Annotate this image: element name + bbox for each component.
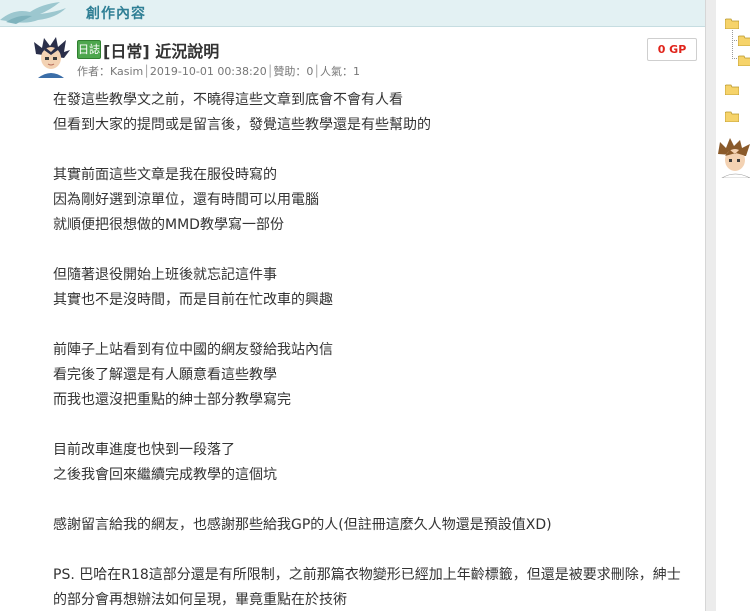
folder-icon[interactable] bbox=[725, 111, 739, 122]
page: 創作內容 日誌 [日常] 近況說明 作者：Kasim│2019-10-01 00… bbox=[0, 0, 750, 611]
body-line: 感謝留言給我的網友，也感謝那些給我GP的人(但註冊這麼久人物還是預設值XD) bbox=[53, 517, 552, 533]
article: 日誌 [日常] 近況說明 作者：Kasim│2019-10-01 00:38:2… bbox=[0, 27, 705, 611]
folder-icon[interactable] bbox=[738, 55, 750, 66]
body-line: PS. 巴哈在R18這部分還是有所限制，之前那篇衣物變形已經加上年齡標籤，但還是… bbox=[53, 567, 681, 608]
author-label: 作者： bbox=[77, 65, 110, 78]
folder-icon[interactable] bbox=[725, 84, 739, 95]
body-line: 目前改車進度也快到一段落了 bbox=[53, 442, 235, 458]
section-header: 創作內容 bbox=[0, 0, 705, 27]
dragon-wing-logo-icon bbox=[0, 2, 66, 24]
author-link[interactable]: Kasim bbox=[110, 65, 143, 78]
popularity-count: 人氣：1 bbox=[319, 65, 360, 78]
post-body: 在發這些教學文之前，不曉得這些文章到底會不會有人看 但看到大家的提問或是留言後，… bbox=[53, 88, 693, 611]
body-line: 但隨著退役開始上班後就忘記這件事 bbox=[53, 267, 277, 283]
post-meta: 作者：Kasim│2019-10-01 00:38:20│贊助：0│人氣：1 bbox=[77, 63, 360, 79]
body-line: 而我也還沒把重點的紳士部分教學寫完 bbox=[53, 392, 291, 408]
body-line: 之後我會回來繼續完成教學的這個坑 bbox=[53, 467, 277, 483]
body-line: 其實前面這些文章是我在服役時寫的 bbox=[53, 167, 277, 183]
folder-icon[interactable] bbox=[725, 18, 739, 29]
diary-badge: 日誌 bbox=[77, 40, 101, 59]
folder-icon[interactable] bbox=[738, 35, 750, 46]
author-avatar[interactable] bbox=[30, 36, 72, 78]
sidebar-avatar[interactable] bbox=[716, 138, 750, 178]
body-line: 其實也不是沒時間，而是目前在忙改車的興趣 bbox=[53, 292, 333, 308]
post-title[interactable]: [日常] 近況說明 bbox=[103, 38, 219, 62]
meta-separator: │ bbox=[313, 65, 320, 78]
gp-button[interactable]: 0 GP bbox=[647, 38, 697, 61]
body-line: 但看到大家的提問或是留言後，發覺這些教學還是有些幫助的 bbox=[53, 117, 431, 133]
body-line: 在發這些教學文之前，不曉得這些文章到底會不會有人看 bbox=[53, 92, 403, 108]
body-line: 就順便把很想做的MMD教學寫一部份 bbox=[53, 217, 284, 233]
post-datetime: 2019-10-01 00:38:20 bbox=[149, 65, 267, 78]
body-line: 看完後了解還是有人願意看這些教學 bbox=[53, 367, 277, 383]
donate-count: 贊助：0 bbox=[273, 65, 314, 78]
meta-separator: │ bbox=[143, 65, 150, 78]
body-line: 前陣子上站看到有位中國的網友發給我站內信 bbox=[53, 342, 333, 358]
body-line: 因為剛好選到涼單位，還有時間可以用電腦 bbox=[53, 192, 319, 208]
section-title: 創作內容 bbox=[86, 6, 146, 22]
